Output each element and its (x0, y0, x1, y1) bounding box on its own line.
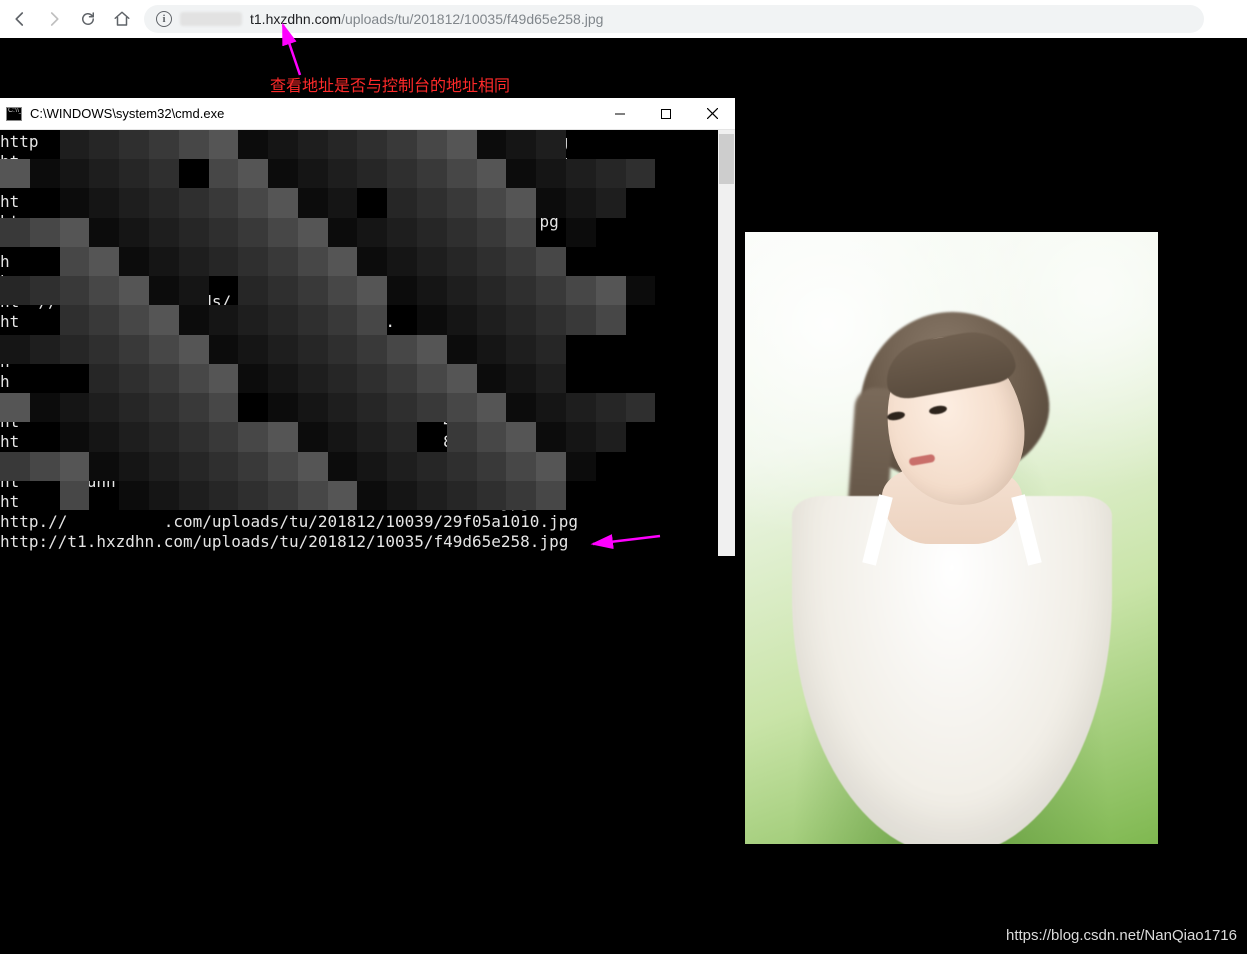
url-text: t1.hxzdhn.com/uploads/tu/201812/10035/f4… (250, 11, 603, 27)
url-host: t1.hxzdhn.com (250, 11, 341, 27)
minimize-button[interactable] (597, 98, 643, 129)
redacted-segment (180, 12, 242, 26)
cmd-icon: C:\\_ (6, 107, 22, 121)
cmd-scroll-thumb[interactable] (719, 134, 734, 184)
annotation-text: 查看地址是否与控制台的地址相同 (270, 72, 510, 96)
browser-toolbar: i t1.hxzdhn.com/uploads/tu/201812/10035/… (0, 0, 1247, 38)
cmd-line: http://t1.hxzdhn.com/uploads/tu/201812/1… (0, 532, 578, 552)
close-button[interactable] (689, 98, 735, 129)
url-path: /uploads/tu/201812/10035/f49d65e258.jpg (341, 11, 603, 27)
forward-button[interactable] (42, 7, 66, 31)
displayed-image (745, 232, 1158, 844)
cmd-scrollbar[interactable] (718, 130, 735, 556)
site-info-icon[interactable]: i (156, 11, 172, 27)
cmd-title: C:\WINDOWS\system32\cmd.exe (30, 106, 224, 121)
address-bar[interactable]: i t1.hxzdhn.com/uploads/tu/201812/10035/… (144, 5, 1204, 33)
watermark: https://blog.csdn.net/NanQiao1716 (1006, 927, 1237, 944)
reload-button[interactable] (76, 7, 100, 31)
cmd-titlebar[interactable]: C:\\_ C:\WINDOWS\system32\cmd.exe (0, 98, 735, 130)
home-button[interactable] (110, 7, 134, 31)
window-controls (597, 98, 735, 129)
cmd-line: http.// .com/uploads/tu/201812/10039/29f… (0, 512, 578, 532)
photo-figure (787, 306, 1117, 826)
maximize-button[interactable] (643, 98, 689, 129)
cmd-window: C:\\_ C:\WINDOWS\system32\cmd.exe http 0… (0, 98, 735, 556)
back-button[interactable] (8, 7, 32, 31)
cmd-body: http 0b.jpght .jpght c.jpght ads/ (0, 130, 735, 556)
mosaic-redaction (0, 130, 715, 510)
